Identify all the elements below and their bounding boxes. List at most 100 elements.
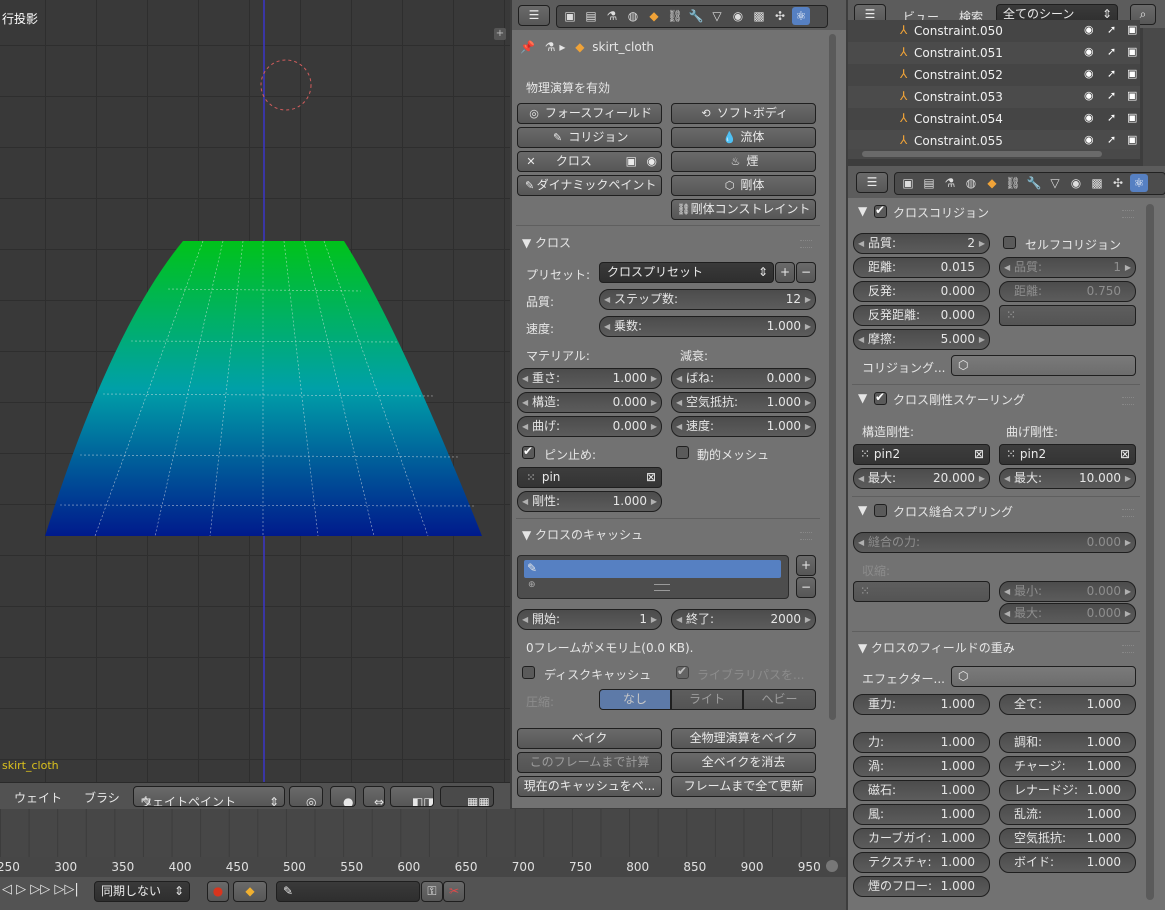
physics-icon[interactable]: ⚛ [1130,174,1148,192]
field-weight-left[interactable]: 磁石: 1.000 [853,780,990,801]
camera-icon[interactable]: ▣ [1127,111,1137,124]
shrink-min-field[interactable]: ◀ 最小: 0.000 ▶ [999,581,1136,602]
drag-grip[interactable] [1122,210,1134,218]
camera-icon[interactable]: ▣ [1127,133,1137,146]
layers-tab-icon[interactable]: ▤ [582,7,600,25]
eye-icon[interactable]: ◉ [647,152,657,171]
cursor-icon[interactable]: ➚ [1107,89,1116,102]
bake-button[interactable]: ベイク [517,728,662,749]
field-weight-right[interactable]: ボイド: 1.000 [999,852,1136,873]
eye-icon[interactable]: ◉ [1084,111,1094,124]
shrink-max-field[interactable]: ◀ 最大: 0.000 ▶ [999,603,1136,624]
modifiers-icon[interactable]: 🔧 [1025,174,1043,192]
dynamic-mesh-checkbox[interactable] [676,446,689,459]
object-icon[interactable]: ◆ [983,174,1001,192]
stiffness-panel-header[interactable]: ▼ [858,391,867,405]
mass-field[interactable]: ◀ 重さ: 1.000 ▶ [517,368,662,389]
repel-distance-field[interactable]: 反発距離: 0.000 [853,305,990,326]
effector-group-field[interactable]: ⬡ [951,666,1136,687]
cache-start-field[interactable]: ◀ 開始: 1 ▶ [517,609,662,630]
cache-panel-header[interactable]: ▼ クロスのキャッシュ [522,526,643,543]
cursor-icon[interactable]: ➚ [1107,67,1116,80]
drag-grip[interactable] [1122,397,1134,405]
rigid-body-constraint-button[interactable]: ⛓剛体コンストレイント [671,199,816,220]
cursor-icon[interactable]: ➚ [1107,111,1116,124]
timeline[interactable]: 250 300 350 400 450 500 550 600 650 700 750 800 850 9… [0,809,846,910]
display-buttons[interactable]: ◧◨ [390,786,434,807]
cursor-icon[interactable]: ➚ [1107,23,1116,36]
shrink-group-field[interactable]: ⁙ [853,581,990,602]
eye-icon[interactable]: ◉ [1084,45,1094,58]
repel-field[interactable]: 反発: 0.000 [853,281,990,302]
layer-buttons[interactable]: ▦▦ [440,786,494,807]
constraints-icon[interactable]: ⛓ [666,7,684,25]
structural-group-field[interactable]: ⁙ pin2 ⊠ [853,444,990,465]
constraints-icon[interactable]: ⛓ [1004,174,1022,192]
material-icon[interactable]: ◉ [1067,174,1085,192]
bending-field[interactable]: ◀ 曲げ: 0.000 ▶ [517,416,662,437]
render-icon[interactable]: ▣ [899,174,917,192]
insert-keyframe-button[interactable]: ⚿ [421,881,443,902]
field-weights-panel-header[interactable]: ▼ クロスのフィールドの重み [858,639,1015,656]
eye-icon[interactable]: ◉ [1084,133,1094,146]
texture-icon[interactable]: ▩ [750,7,768,25]
field-weight-right[interactable]: レナードジ: 1.000 [999,780,1136,801]
right-panel-scrollbar[interactable] [1146,204,1154,900]
camera-icon[interactable]: ▣ [1127,23,1137,36]
collision-panel-header[interactable]: ▼ [858,204,867,218]
drag-grip[interactable] [800,532,812,540]
self-quality-field[interactable]: ◀ 品質: 1 ▶ [999,257,1136,278]
keying-set-select[interactable]: ◆ [233,881,267,902]
field-weight-left[interactable]: 力: 1.000 [853,732,990,753]
physics-icon[interactable]: ⚛ [792,7,810,25]
pivot-select[interactable]: ◎ [289,786,323,807]
data-icon[interactable]: ▽ [708,7,726,25]
sync-mode-select[interactable]: 同期しない ⇕ [94,881,190,902]
mirror-button[interactable]: ⇔ [363,786,385,807]
cache-list-item[interactable]: ✎ [524,560,781,578]
dynamic-paint-button[interactable]: ✎ ダイナミックペイント [517,175,662,196]
brush-menu[interactable]: ブラシ [84,789,120,806]
collision-group-field[interactable]: ⬡ [951,355,1136,376]
compression-heavy[interactable]: ヘビー [743,689,816,710]
multiplier-field[interactable]: ◀ 乗数: 1.000 ▶ [599,316,816,337]
remove-cache-button[interactable]: − [796,577,816,598]
stiffness-scaling-checkbox[interactable] [874,390,887,405]
cursor-icon[interactable]: ➚ [1107,133,1116,146]
camera-icon[interactable]: ▣ [1127,89,1137,102]
record-button[interactable]: ● [207,881,229,902]
drag-grip[interactable] [1122,509,1134,517]
collision-button[interactable]: ✎ コリジョン [517,127,662,148]
field-weight-right[interactable]: 調和: 1.000 [999,732,1136,753]
editor-type-select[interactable]: ☰ [518,5,550,26]
calc-to-frame-button[interactable]: このフレームまで計算 [517,752,662,773]
smoke-button[interactable]: ♨ 煙 [671,151,816,172]
material-icon[interactable]: ◉ [729,7,747,25]
play-reverse-icon[interactable]: ◁ [2,882,12,897]
soft-body-button[interactable]: ⟲ ソフトボディ [671,103,816,124]
plus-icon[interactable]: + [494,28,506,40]
field-weight-left[interactable]: 風: 1.000 [853,804,990,825]
3d-viewport[interactable]: 行投影 skirt_cloth + [0,0,510,782]
field-weight-left[interactable]: 渦: 1.000 [853,756,990,777]
current-cache-to-bake-button[interactable]: 現在のキャッシュをベ... [517,776,662,797]
active-keying-set-field[interactable]: ✎ [276,881,420,902]
self-collision-group-field[interactable]: ⁙ [999,305,1136,326]
stiffness-field[interactable]: ◀ 剛性: 1.000 ▶ [517,491,662,512]
structural-field[interactable]: ◀ 構造: 0.000 ▶ [517,392,662,413]
add-cache-button[interactable]: + [796,555,816,576]
rigid-body-button[interactable]: ⬡ 剛体 [671,175,816,196]
jump-end-icon[interactable]: ▷▷| [54,882,78,897]
self-distance-field[interactable]: 距離: 0.750 [999,281,1136,302]
jump-keyframe-icon[interactable]: ▷▷ [30,882,50,897]
camera-icon[interactable]: ▣ [1127,67,1137,80]
play-icon[interactable]: ▷ [16,882,26,897]
shading-select[interactable]: ● [330,786,356,807]
camera-icon[interactable]: ▣ [626,152,637,171]
collision-quality-field[interactable]: ◀ 品質: 2 ▶ [853,233,990,254]
weight-menu[interactable]: ウェイト [14,789,62,806]
eye-icon[interactable]: ◉ [1084,67,1094,80]
timeline-track[interactable] [0,809,846,857]
modifiers-icon[interactable]: 🔧 [687,7,705,25]
world-icon[interactable]: ◍ [962,174,980,192]
